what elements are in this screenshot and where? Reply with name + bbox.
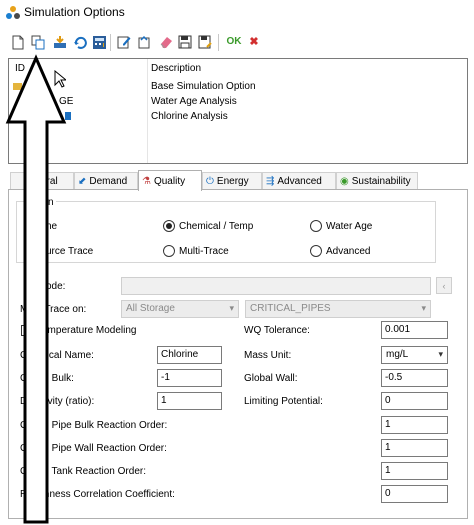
multi-trace-on-label: Multi-Trace on: [20, 304, 87, 315]
tab-demand[interactable]: ⬋ Demand [74, 172, 138, 190]
chevron-down-icon: ▾ [229, 303, 234, 313]
list-item[interactable]: GE Water Age Analysis [9, 95, 467, 110]
import-icon[interactable] [52, 34, 68, 50]
toolbar-separator [218, 34, 219, 51]
wq-tolerance-input[interactable]: 0.001 [381, 321, 448, 339]
global-wall-input[interactable]: -0.5 [381, 369, 448, 387]
multi-trace-selection-select: CRITICAL_PIPES ▾ [245, 300, 431, 318]
demand-icon: ⬋ [78, 176, 87, 187]
pipe-bulk-order-label: Global Pipe Bulk Reaction Order: [20, 420, 168, 431]
group-title: n [46, 197, 56, 208]
tab-advanced[interactable]: ⇶ Advanced [262, 172, 336, 190]
limiting-potential-label: Limiting Potential: [244, 396, 323, 407]
radio-water-age[interactable] [310, 220, 322, 232]
save-icon[interactable] [177, 34, 193, 50]
toolbar: OK ✖ [0, 30, 474, 56]
radio-multi-trace[interactable] [163, 245, 175, 257]
trace-node-picker-button: ‹ [436, 277, 452, 294]
ok-button[interactable]: OK [224, 34, 244, 50]
trace-node-label: ode: [46, 281, 66, 292]
limiting-potential-input[interactable]: 0 [381, 392, 448, 410]
select-value: mg/L [386, 349, 409, 360]
tab-label: Sustainability [351, 176, 411, 187]
tab-label: Energy [216, 176, 249, 187]
folder-icon [13, 83, 22, 90]
quality-icon: ⚗ [142, 175, 151, 187]
list-item-id: GE [59, 96, 74, 107]
chevron-down-icon: ▾ [421, 303, 426, 313]
refresh-icon[interactable] [72, 34, 88, 50]
tank-order-label: Global Tank Reaction Order: [20, 466, 146, 477]
eraser-icon[interactable] [158, 34, 174, 50]
simulation-options-list[interactable]: ID Description Base Simulation Option GE… [8, 58, 468, 164]
cancel-icon[interactable]: ✖ [246, 34, 262, 50]
trace-node-input [121, 277, 431, 295]
temperature-modeling-checkbox[interactable] [21, 325, 32, 336]
column-description-header[interactable]: Description [151, 63, 201, 74]
roughness-coeff-label: Roughness Correlation Coefficient: [20, 489, 175, 500]
edit-icon[interactable] [116, 34, 132, 50]
list-item-description: Base Simulation Option [151, 81, 256, 92]
list-item-description: Water Age Analysis [151, 96, 237, 107]
pipe-wall-order-input[interactable]: 1 [381, 439, 448, 457]
list-item-description: Chlorine Analysis [151, 111, 228, 122]
wq-tolerance-label: WQ Tolerance: [244, 325, 310, 336]
radio-chemical-temp[interactable] [163, 220, 175, 232]
pipe-wall-order-label: Global Pipe Wall Reaction Order: [20, 443, 167, 454]
select-value: All Storage [126, 303, 175, 314]
calculator-icon[interactable] [91, 34, 107, 50]
new-icon[interactable] [10, 34, 26, 50]
chevron-down-icon: ▾ [438, 349, 443, 359]
roughness-coeff-input[interactable]: 0 [381, 485, 448, 503]
mass-unit-select[interactable]: mg/L ▾ [381, 346, 448, 364]
global-bulk-input[interactable]: -1 [157, 369, 222, 387]
global-wall-label: Global Wall: [244, 373, 298, 384]
radio-advanced[interactable] [310, 245, 322, 257]
radio-water-age-label: Water Age [326, 221, 373, 232]
tab-energy[interactable]: ⏻ Energy [202, 172, 262, 190]
multi-trace-storage-select: All Storage ▾ [121, 300, 239, 318]
pipe-bulk-order-input[interactable]: 1 [381, 416, 448, 434]
global-bulk-label: Global Bulk: [20, 373, 74, 384]
list-item[interactable]: Base Simulation Option [9, 80, 467, 95]
radio-multi-trace-label: Multi-Trace [179, 246, 229, 257]
save-as-icon[interactable] [197, 34, 213, 50]
tab-label: Quality [153, 175, 186, 187]
radio-none-label: ne [46, 221, 58, 232]
rename-icon[interactable] [136, 34, 152, 50]
temperature-modeling-label: Temperature Modeling [37, 325, 137, 336]
mass-unit-label: Mass Unit: [244, 350, 292, 361]
tank-order-input[interactable]: 1 [381, 462, 448, 480]
chemical-name-label: Chemical Name: [20, 350, 94, 361]
duplicate-icon[interactable] [30, 34, 46, 50]
item-icon [65, 112, 71, 120]
tab-label: Advanced [277, 176, 322, 187]
tab-quality[interactable]: ⚗ Quality [138, 170, 202, 191]
energy-icon: ⏻ [206, 176, 214, 187]
title-bar: Simulation Options [0, 0, 474, 26]
list-header: ID Description [9, 59, 467, 77]
chemical-name-input[interactable]: Chlorine [157, 346, 222, 364]
tab-sustainability[interactable]: ◉ Sustainability [336, 172, 418, 190]
mouse-cursor-icon [54, 70, 66, 88]
radio-advanced-label: Advanced [326, 246, 371, 257]
diffusivity-input[interactable]: 1 [157, 392, 222, 410]
tab-label: eral [41, 176, 58, 187]
select-value: CRITICAL_PIPES [250, 303, 331, 314]
diffusivity-label: Diffusivity (ratio): [20, 396, 95, 407]
list-item[interactable]: Chlorine Analysis [9, 110, 467, 125]
tab-strip: eral ⬋ Demand ⚗ Quality ⏻ Energy ⇶ Advan… [8, 170, 468, 191]
advanced-icon: ⇶ [266, 176, 275, 187]
toolbar-separator [110, 34, 111, 51]
tab-general[interactable]: eral [10, 172, 74, 190]
app-icon [6, 6, 20, 20]
sustainability-icon: ◉ [340, 176, 349, 187]
tab-label: Demand [89, 176, 128, 187]
column-id-header[interactable]: ID [15, 63, 25, 74]
window-title: Simulation Options [24, 5, 125, 19]
radio-source-trace-label: urce Trace [46, 246, 94, 257]
radio-chemical-temp-label: Chemical / Temp [179, 221, 254, 232]
